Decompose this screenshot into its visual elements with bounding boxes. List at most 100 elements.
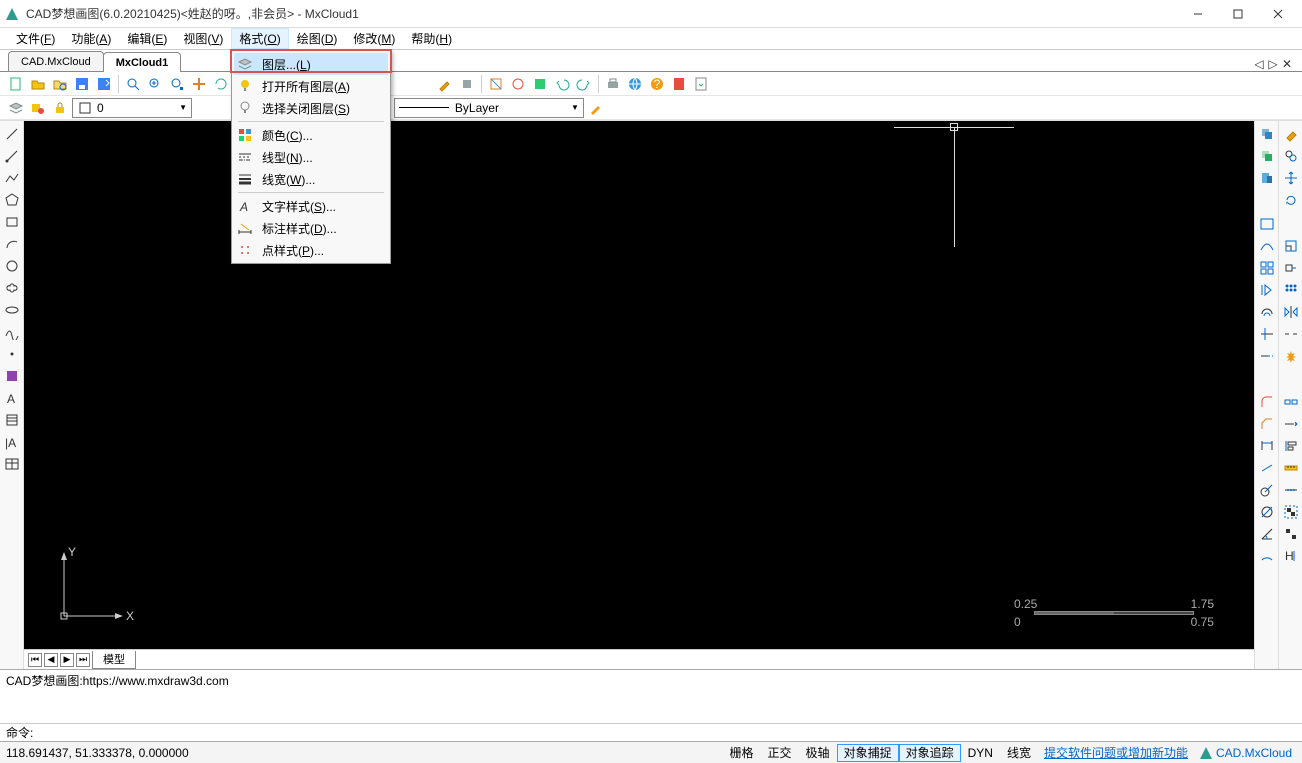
lengthen-icon[interactable] (1281, 415, 1301, 433)
polyline-icon[interactable] (2, 169, 22, 187)
point-icon[interactable] (2, 345, 22, 363)
menu-edit[interactable]: 编辑(E) (119, 28, 175, 49)
status-brand[interactable]: CAD.MxCloud (1194, 745, 1296, 761)
dim-radius-icon[interactable] (1257, 481, 1277, 499)
brush-icon[interactable] (435, 74, 455, 94)
layer-lock-icon[interactable] (50, 98, 70, 118)
erase-icon[interactable] (1281, 125, 1301, 143)
menu-color[interactable]: 颜色(C)... (234, 124, 388, 146)
fillet-icon[interactable] (1257, 393, 1277, 411)
scale-icon[interactable] (1281, 237, 1301, 255)
copy-icon[interactable] (1257, 125, 1277, 143)
dim-arc-icon[interactable] (1257, 547, 1277, 565)
browse-icon[interactable] (50, 74, 70, 94)
menu-lineweight[interactable]: 线宽(W)... (234, 168, 388, 190)
menu-draw[interactable]: 绘图(D) (289, 28, 346, 49)
tab-next-icon[interactable]: ▷ (1266, 57, 1280, 71)
menu-open-all-layers[interactable]: 打开所有图层(A) (234, 75, 388, 97)
stretch-icon[interactable] (1281, 259, 1301, 277)
edit-text-icon[interactable]: H (1281, 547, 1301, 565)
layout-last-icon[interactable]: ⏭ (76, 653, 90, 667)
close-button[interactable] (1258, 1, 1298, 27)
regen-icon[interactable] (211, 74, 231, 94)
explode-icon[interactable] (1281, 347, 1301, 365)
print-icon[interactable] (603, 74, 623, 94)
open-icon[interactable] (28, 74, 48, 94)
layout-first-icon[interactable]: ⏮ (28, 653, 42, 667)
tab-cad-mxcloud[interactable]: CAD.MxCloud (8, 51, 104, 71)
linetype-combo[interactable]: ByLayer ▼ (394, 98, 584, 118)
trim-icon[interactable] (1257, 325, 1277, 343)
pdf-icon[interactable] (669, 74, 689, 94)
new-icon[interactable] (6, 74, 26, 94)
status-dyn[interactable]: DYN (961, 744, 1000, 762)
saveas-icon[interactable] (94, 74, 114, 94)
menu-function[interactable]: 功能(A) (63, 28, 119, 49)
extend-icon[interactable] (1257, 347, 1277, 365)
menu-view[interactable]: 视图(V) (175, 28, 231, 49)
copy-obj-icon[interactable] (1281, 147, 1301, 165)
maximize-button[interactable] (1218, 1, 1258, 27)
polygon-icon[interactable] (2, 191, 22, 209)
menu-layer[interactable]: 图层...(L) (234, 53, 388, 75)
menu-format[interactable]: 格式(O) (231, 28, 288, 49)
align-icon[interactable] (1281, 437, 1301, 455)
menu-modify[interactable]: 修改(M) (345, 28, 403, 49)
rotate-icon[interactable] (1281, 191, 1301, 209)
dim-linear-icon[interactable] (1257, 437, 1277, 455)
layers-icon[interactable] (6, 98, 26, 118)
status-osnap[interactable]: 对象捕捉 (837, 744, 899, 762)
hatch-icon[interactable] (2, 411, 22, 429)
menu-linetype[interactable]: 线型(N)... (234, 146, 388, 168)
zoom-extents-icon[interactable] (167, 74, 187, 94)
break-icon[interactable] (1281, 325, 1301, 343)
chamfer-icon[interactable] (1257, 415, 1277, 433)
move-icon[interactable] (1281, 169, 1301, 187)
status-lweight[interactable]: 线宽 (1000, 744, 1038, 762)
matchprops-icon[interactable] (586, 98, 606, 118)
mirror2-icon[interactable] (1281, 303, 1301, 321)
revcloud-icon[interactable] (2, 279, 22, 297)
circle-icon[interactable] (2, 257, 22, 275)
curve-icon[interactable] (1257, 237, 1277, 255)
layout-model-tab[interactable]: 模型 (92, 651, 136, 669)
minimize-button[interactable] (1178, 1, 1218, 27)
block-icon[interactable] (2, 367, 22, 385)
status-polar[interactable]: 极轴 (799, 744, 837, 762)
ungroup-icon[interactable] (1281, 525, 1301, 543)
text-icon[interactable]: A (2, 389, 22, 407)
layer-combo[interactable]: 0 ▼ (72, 98, 192, 118)
ellipse-icon[interactable] (2, 301, 22, 319)
zoom-window-icon[interactable] (123, 74, 143, 94)
status-ortho[interactable]: 正交 (761, 744, 799, 762)
paste-icon[interactable] (1257, 169, 1277, 187)
menu-help[interactable]: 帮助(H) (403, 28, 460, 49)
rectangle-icon[interactable] (2, 213, 22, 231)
tab-close-icon[interactable]: ✕ (1280, 57, 1294, 71)
help-icon[interactable]: ? (647, 74, 667, 94)
join-icon[interactable] (1281, 393, 1301, 411)
status-grid[interactable]: 栅格 (723, 744, 761, 762)
menu-file[interactable]: 文件(F) (8, 28, 63, 49)
group-icon[interactable] (1281, 503, 1301, 521)
menu-textstyle[interactable]: A 文字样式(S)... (234, 195, 388, 217)
tool-b-icon[interactable] (508, 74, 528, 94)
zoom-in-icon[interactable] (145, 74, 165, 94)
spline-icon[interactable] (2, 323, 22, 341)
status-otrack[interactable]: 对象追踪 (899, 744, 961, 762)
drawing-canvas[interactable]: Y X 0.251.75 00.75 (24, 121, 1254, 649)
pan-icon[interactable] (189, 74, 209, 94)
command-line[interactable]: 命令: (0, 723, 1302, 741)
copy2-icon[interactable] (1257, 147, 1277, 165)
table-icon[interactable] (2, 455, 22, 473)
save-icon[interactable] (72, 74, 92, 94)
array-icon[interactable] (1281, 281, 1301, 299)
ray-icon[interactable] (2, 147, 22, 165)
menu-ptstyle[interactable]: 点样式(P)... (234, 239, 388, 261)
menu-dimstyle[interactable]: 标注样式(D)... (234, 217, 388, 239)
mtext-icon[interactable]: |A (2, 433, 22, 451)
tab-mxcloud1[interactable]: MxCloud1 (103, 52, 182, 72)
menu-close-sel-layer[interactable]: 选择关闭图层(S) (234, 97, 388, 119)
tool-c-icon[interactable] (530, 74, 550, 94)
redo-icon[interactable] (574, 74, 594, 94)
